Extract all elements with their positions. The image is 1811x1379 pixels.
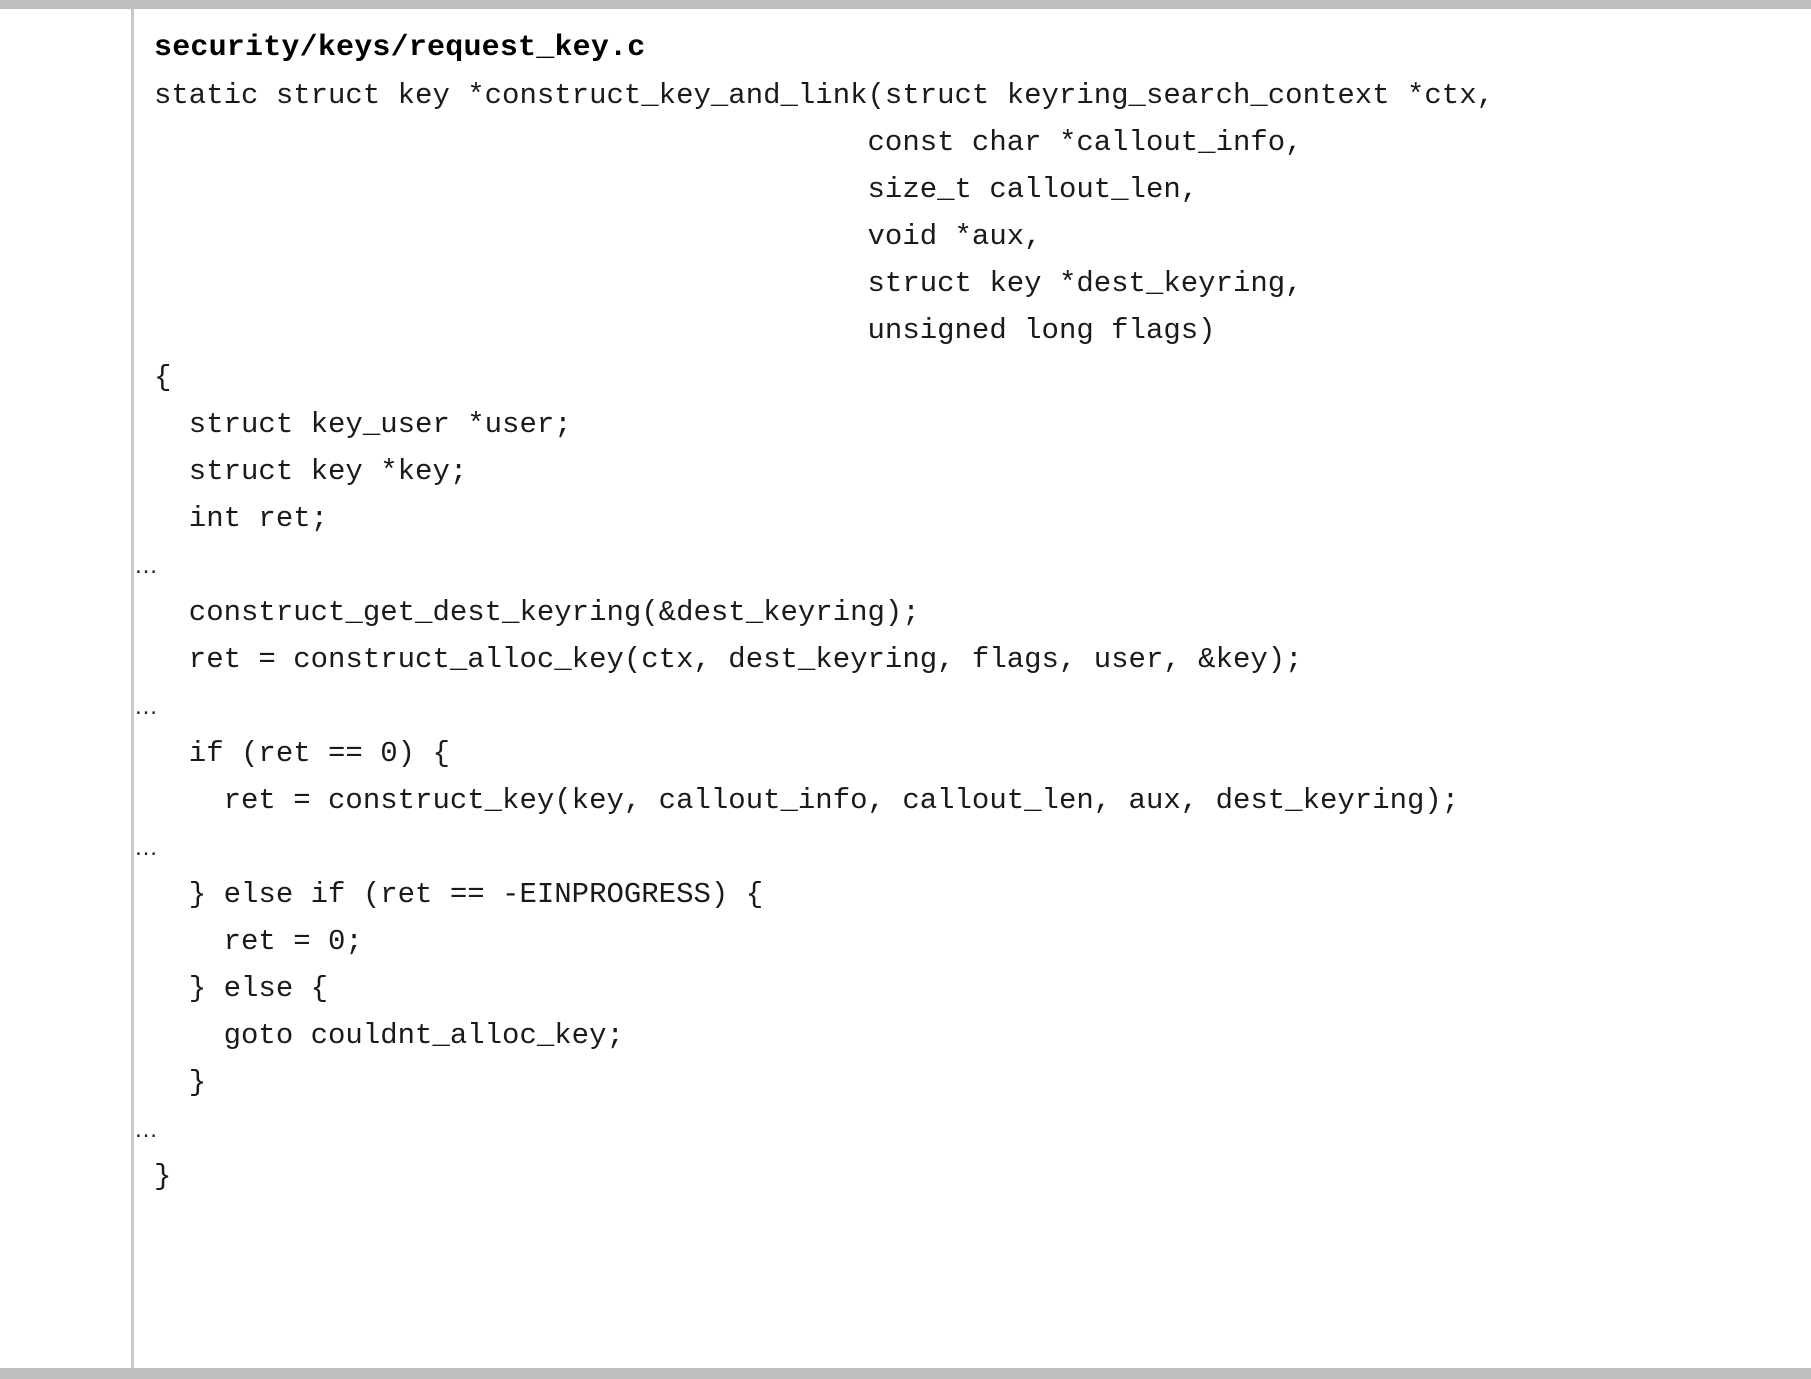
code-line: } xyxy=(154,1066,207,1099)
code-line: } else if (ret == -EINPROGRESS) { xyxy=(154,878,764,911)
code-listing: security/keys/request_key.c static struc… xyxy=(134,9,1811,1368)
bottom-divider-rule xyxy=(0,1368,1811,1379)
code-lines-container: static struct key *construct_key_and_lin… xyxy=(134,72,1811,1200)
code-line: { xyxy=(154,361,172,394)
code-line: ret = 0; xyxy=(154,925,363,958)
top-divider-rule xyxy=(0,0,1811,9)
code-elision-marker: … xyxy=(134,834,158,861)
code-line: struct key *dest_keyring, xyxy=(154,267,1303,300)
code-elision-marker: … xyxy=(134,1116,158,1143)
code-line: } xyxy=(154,1160,172,1193)
code-line: } else { xyxy=(154,972,329,1005)
code-line: void *aux, xyxy=(154,220,1042,253)
code-elision-marker: … xyxy=(134,552,158,579)
code-line: if (ret == 0) { xyxy=(154,737,450,770)
code-elision-marker: … xyxy=(134,693,158,720)
code-line: ret = construct_alloc_key(ctx, dest_keyr… xyxy=(154,643,1303,676)
code-line: int ret; xyxy=(154,502,329,535)
code-line: struct key_user *user; xyxy=(154,408,572,441)
code-line: ret = construct_key(key, callout_info, c… xyxy=(154,784,1460,817)
code-line: static struct key *construct_key_and_lin… xyxy=(154,79,1495,112)
code-line: construct_get_dest_keyring(&dest_keyring… xyxy=(154,596,920,629)
code-line: goto couldnt_alloc_key; xyxy=(154,1019,624,1052)
code-line: struct key *key; xyxy=(154,455,468,488)
code-line: size_t callout_len, xyxy=(154,173,1199,206)
code-slide: security/keys/request_key.c static struc… xyxy=(0,0,1811,1379)
source-file-path: security/keys/request_key.c xyxy=(154,31,646,65)
code-line: unsigned long flags) xyxy=(154,314,1216,347)
code-line: const char *callout_info, xyxy=(154,126,1303,159)
